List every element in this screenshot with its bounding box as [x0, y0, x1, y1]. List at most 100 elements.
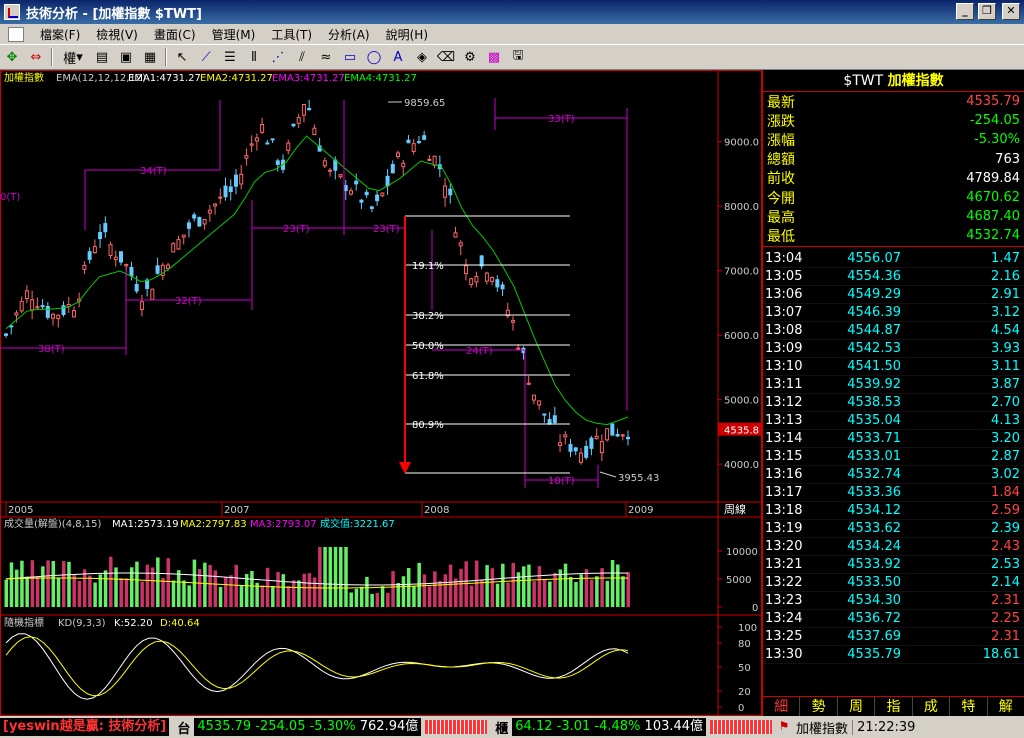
ema-line	[5, 135, 629, 426]
volume-bar	[359, 586, 364, 607]
panel-tab-5[interactable]: 特	[950, 697, 988, 716]
menu-item-4[interactable]: 工具(T)	[263, 26, 320, 43]
panel-tab-4[interactable]: 成	[913, 697, 951, 716]
volume-bar	[229, 575, 233, 607]
otc-label: 櫃	[495, 721, 509, 737]
tick-volume: 3.87	[991, 376, 1020, 392]
marker-icon[interactable]: ◈	[411, 47, 433, 67]
quote-label: 最新	[767, 94, 795, 111]
quote-header: $TWT 加權指數	[763, 70, 1024, 92]
panel-tab-1[interactable]: 勢	[800, 697, 838, 716]
candle-body	[113, 256, 118, 261]
candle-body	[443, 185, 448, 198]
candle-body	[296, 117, 301, 124]
chart-svg[interactable]: 加權指數 EMA(12,12,12,12)EMA1:4731.27 EMA2:473…	[0, 70, 762, 716]
settings-icon[interactable]: ⚙	[459, 47, 481, 67]
tick-price: 4534.24	[847, 538, 901, 554]
trendline-icon[interactable]: ⟋	[195, 47, 217, 67]
move-icon[interactable]: ✥	[1, 47, 23, 67]
price-legend-item: EMA3:4731.27	[272, 73, 345, 84]
tick-row: 13:16 4532.74 3.02	[763, 466, 1024, 484]
cycle-label: 18(T)	[548, 476, 575, 487]
panel-tab-0[interactable]: 細	[763, 697, 801, 716]
candle-body	[406, 139, 411, 144]
tick-time: 13:22	[765, 574, 803, 590]
price-axis-label: 6000.0	[724, 331, 759, 342]
candle-body	[171, 243, 176, 253]
volume-bar	[600, 568, 604, 607]
fib-label: 38.2%	[412, 311, 444, 322]
tick-volume: 18.61	[982, 646, 1020, 662]
hline-icon[interactable]: ☰	[219, 47, 241, 67]
save-icon[interactable]: 🖫	[507, 47, 529, 67]
tick-price: 4532.74	[847, 466, 901, 482]
vline-icon[interactable]: ⦀	[243, 47, 265, 67]
candle-body	[239, 173, 244, 185]
menu-item-5[interactable]: 分析(A)	[320, 26, 378, 43]
low-leader	[599, 471, 617, 478]
price-axis-label: 8000.0	[724, 202, 759, 213]
candle-body	[155, 265, 160, 274]
volume-bar	[61, 561, 66, 607]
chart-type-icon[interactable]: ▤	[91, 47, 113, 67]
channel-icon[interactable]: ⫽	[291, 47, 313, 67]
volume-bar	[412, 586, 416, 607]
tick-time: 13:14	[765, 430, 803, 446]
maximize-button[interactable]: ❐	[978, 3, 996, 20]
candle-body	[422, 135, 427, 140]
kd-legend-item: D:40.64	[160, 618, 200, 629]
toolbar: ✥ ⇔ 權 ▾ ▤ ▣ ▦ ↖ ⟋ ☰ ⦀ ⋰ ⫽ ≈ ▭ ◯ A ◈ ⌫ ⚙ ▩…	[0, 44, 1024, 70]
menu-item-2[interactable]: 畫面(C)	[146, 26, 204, 43]
volume-bar	[265, 567, 270, 607]
quote-label: 最高	[767, 209, 795, 226]
volume-bar	[109, 556, 113, 607]
chart-area[interactable]: 加權指數 EMA(12,12,12,12) EMA1:4731.27 EMA2:473…	[0, 70, 762, 716]
panel-tab-6[interactable]: 解	[988, 697, 1024, 716]
menu-item-6[interactable]: 說明(H)	[378, 26, 436, 43]
price-legend-item: 加權指數	[4, 71, 44, 84]
kd-axis-label: 80	[738, 639, 751, 650]
swap-icon[interactable]: ⇔	[25, 47, 47, 67]
pointer-icon[interactable]: ↖	[171, 47, 193, 67]
tick-price: 4538.53	[847, 394, 901, 410]
alarm-icon[interactable]: ⚑	[776, 719, 792, 735]
text-icon[interactable]: A	[387, 47, 409, 67]
toolbar-separator	[165, 48, 167, 66]
volume-bar	[589, 579, 594, 607]
kd-legend-item: KD(9,3,3)	[58, 618, 106, 629]
candle-body	[218, 196, 223, 199]
menu-item-1[interactable]: 檢視(V)	[88, 26, 146, 43]
color-icon[interactable]: ▩	[483, 47, 505, 67]
volume-bar	[135, 561, 139, 607]
tw-volume-bar	[425, 720, 488, 734]
tick-row: 13:10 4541.50 3.11	[763, 358, 1024, 376]
candle-body	[511, 320, 516, 323]
volume-bar	[218, 586, 223, 607]
tick-time: 13:21	[765, 556, 803, 572]
ellipse-icon[interactable]: ◯	[363, 47, 385, 67]
tick-time: 13:18	[765, 502, 803, 518]
indicator-icon[interactable]: ▣	[115, 47, 137, 67]
fan-icon[interactable]: ⋰	[267, 47, 289, 67]
minimize-button[interactable]: _	[956, 3, 974, 20]
parallel-icon[interactable]: ≈	[315, 47, 337, 67]
volume-bar	[495, 583, 500, 607]
volume-bar	[276, 571, 280, 607]
menu-item-0[interactable]: 檔案(F)	[32, 26, 88, 43]
panel-tab-3[interactable]: 指	[875, 697, 913, 716]
candle-body	[396, 152, 401, 158]
tick-row: 13:14 4533.71 3.20	[763, 430, 1024, 448]
quote-row: 前收 4789.84	[763, 169, 1024, 188]
table-icon[interactable]: ▦	[139, 47, 161, 67]
menu-item-3[interactable]: 管理(M)	[204, 26, 264, 43]
weight-dropdown[interactable]: 權 ▾	[57, 47, 89, 67]
quote-value: 4535.79	[966, 94, 1020, 110]
rectangle-icon[interactable]: ▭	[339, 47, 361, 67]
tick-time: 13:16	[765, 466, 803, 482]
tick-price: 4534.30	[847, 592, 901, 608]
volume-bar	[208, 564, 212, 607]
tw-price-value: 4535.79	[197, 719, 252, 734]
close-button[interactable]: ✕	[1002, 3, 1020, 20]
panel-tab-2[interactable]: 周	[838, 697, 876, 716]
eraser-icon[interactable]: ⌫	[435, 47, 457, 67]
